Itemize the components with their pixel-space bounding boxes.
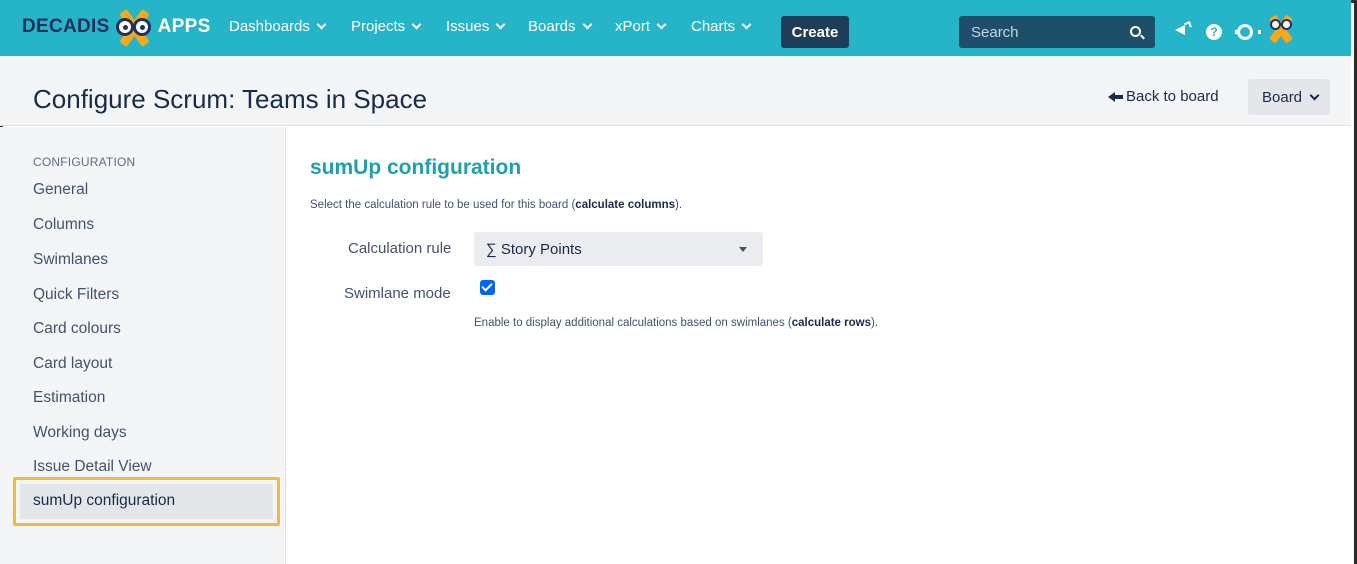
logo-text-right: APPS [157,16,211,37]
decadis-logo[interactable]: DECADIS APPS [22,9,211,47]
logo-text-left: DECADIS [22,16,110,37]
chevron-down-icon [1309,90,1320,100]
nav-boards-label: Boards [528,18,576,35]
nav-projects-label: Projects [351,18,406,35]
swimlane-mode-hint: Enable to display additional calculation… [474,317,878,329]
description-bold: calculate columns [575,199,676,211]
nav-dashboards[interactable]: Dashboards [229,18,327,35]
search-icon[interactable] [1130,26,1141,37]
sidebar-item-card-colours[interactable]: Card colours [33,320,121,338]
chevron-down-icon [741,19,752,30]
hint-suffix: ). [870,317,879,329]
page-title: Configure Scrum: Teams in Space [33,84,428,114]
hint-bold: calculate rows [791,317,871,329]
back-to-board-label: Back to board [1126,88,1219,105]
sidebar-item-sumup-configuration[interactable]: sumUp configuration [33,492,175,510]
sidebar-item-general[interactable]: General [33,181,88,199]
help-icon[interactable]: ? [1206,24,1222,40]
nav-dashboards-label: Dashboards [229,18,310,35]
sidebar-item-card-layout[interactable]: Card layout [33,355,112,373]
nav-charts[interactable]: Charts [691,18,752,35]
sidebar-item-issue-detail-view[interactable]: Issue Detail View [33,458,152,476]
nav-issues[interactable]: Issues [446,18,506,35]
megaphone-icon[interactable] [1175,22,1193,40]
sidebar-heading: CONFIGURATION [33,155,136,169]
chevron-down-icon [582,19,592,30]
calculation-rule-label: Calculation rule [348,240,452,257]
chevron-down-icon [316,19,327,30]
swimlane-mode-checkbox[interactable] [480,280,495,295]
logo-mark-icon [114,9,154,47]
chevron-down-icon [495,19,506,30]
create-button[interactable]: Create [781,16,849,48]
nav-issues-label: Issues [446,18,490,35]
nav-projects[interactable]: Projects [351,18,422,35]
chevron-down-icon [411,19,422,30]
section-title: sumUp configuration [310,156,522,179]
calculation-rule-value: ∑ Story Points [486,240,582,258]
nav-charts-label: Charts [691,18,736,35]
sidebar-item-quick-filters[interactable]: Quick Filters [33,286,119,304]
top-navigation: DECADIS APPS Dashboards Projects Issues … [0,0,1351,56]
board-dropdown-button[interactable]: Board [1248,79,1330,115]
sidebar-item-swimlanes[interactable]: Swimlanes [33,251,108,269]
caret-down-icon [739,247,747,252]
nav-xport[interactable]: xPort [615,18,667,35]
hint-prefix: Enable to display additional calculation… [474,317,792,329]
board-button-label: Board [1262,88,1303,106]
chevron-down-icon [656,19,667,30]
description-suffix: ). [675,199,683,211]
nav-xport-label: xPort [615,18,651,35]
description-prefix: Select the calculation rule to be used f… [310,199,576,211]
sidebar-item-columns[interactable]: Columns [33,216,94,234]
calculation-rule-select[interactable]: ∑ Story Points [474,232,763,266]
swimlane-mode-label: Swimlane mode [344,285,451,302]
sidebar-item-working-days[interactable]: Working days [33,424,127,442]
section-description: Select the calculation rule to be used f… [310,199,682,211]
sidebar-item-estimation[interactable]: Estimation [33,389,105,407]
back-to-board-link[interactable]: Back to board [1108,88,1219,105]
arrow-left-icon [1108,91,1124,102]
avatar[interactable] [1265,13,1297,45]
search-box [959,16,1155,48]
search-input[interactable] [971,23,1121,41]
nav-boards[interactable]: Boards [528,18,592,35]
gear-icon[interactable] [1235,24,1261,40]
